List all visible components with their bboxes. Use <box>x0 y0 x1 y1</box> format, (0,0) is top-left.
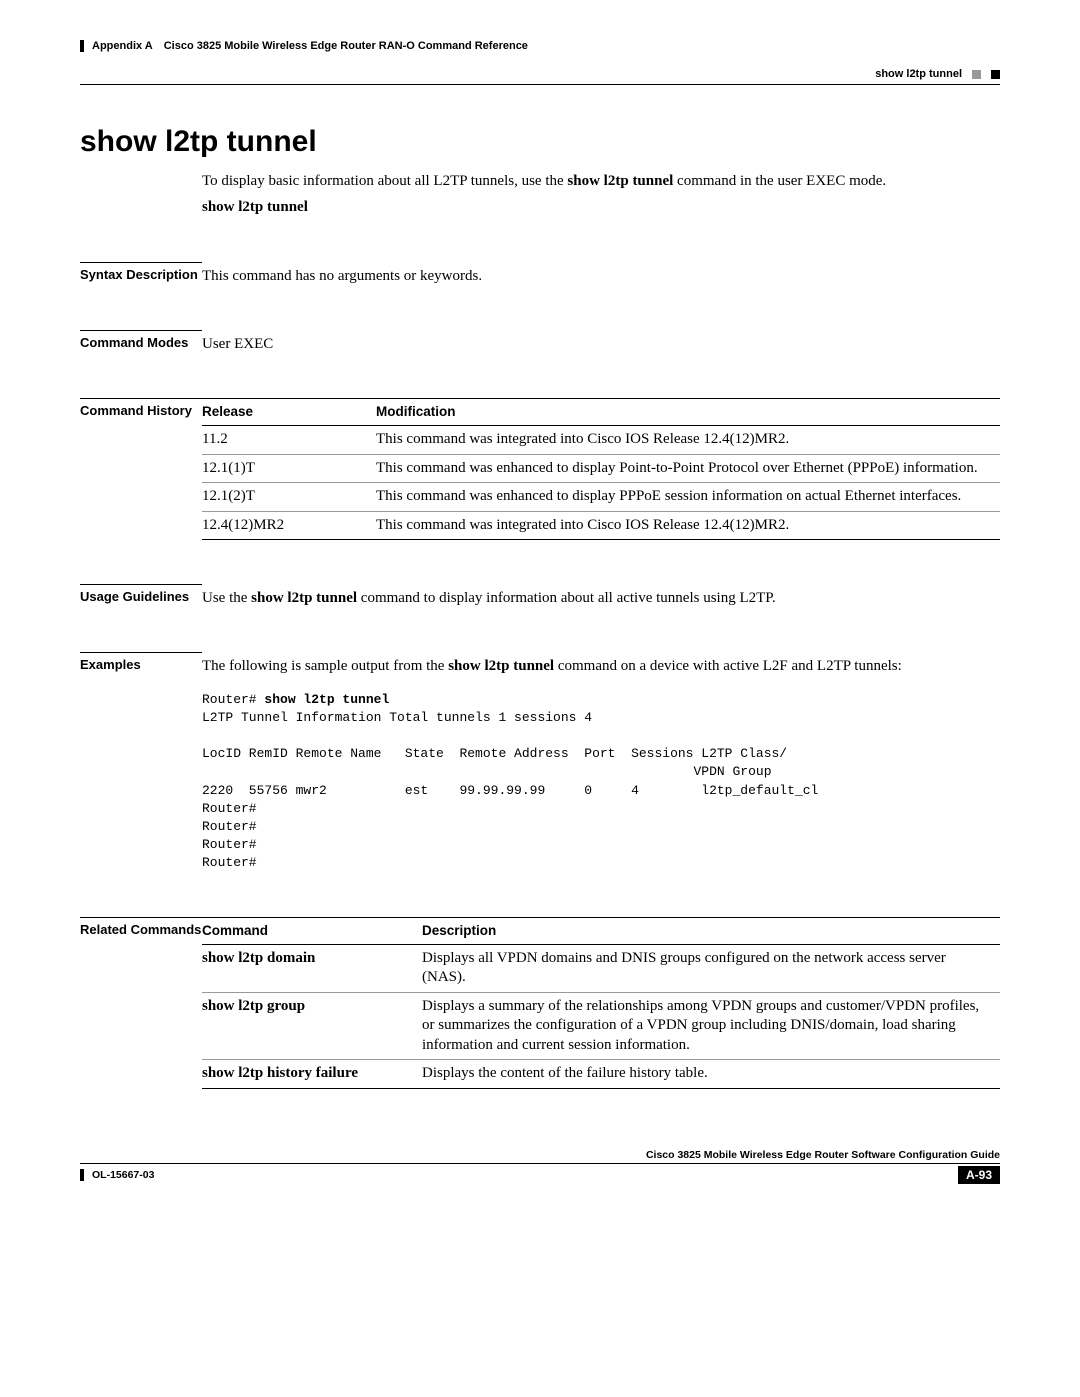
command-syntax: show l2tp tunnel <box>202 197 1000 217</box>
history-table: Release Modification 11.2 This command w… <box>202 399 1000 540</box>
col-command: Command <box>202 918 422 945</box>
section-label: Related Commands <box>80 917 202 937</box>
table-row: show l2tp group Displays a summary of th… <box>202 992 1000 1060</box>
page-title: show l2tp tunnel <box>80 125 1000 159</box>
divider <box>80 84 1000 85</box>
col-modification: Modification <box>376 399 1000 426</box>
footer-doc: OL-15667-03 <box>80 1169 154 1181</box>
page-number: A-93 <box>958 1166 1000 1184</box>
table-row: 12.1(2)T This command was enhanced to di… <box>202 483 1000 512</box>
page-header: Appendix A Cisco 3825 Mobile Wireless Ed… <box>80 40 1000 85</box>
col-release: Release <box>202 399 376 426</box>
intro-paragraph: To display basic information about all L… <box>202 171 1000 218</box>
section-body: Use the show l2tp tunnel command to disp… <box>202 584 1000 608</box>
section-body: User EXEC <box>202 330 1000 354</box>
cli-output: Router# show l2tp tunnel L2TP Tunnel Inf… <box>202 691 1000 873</box>
table-row: 12.4(12)MR2 This command was integrated … <box>202 511 1000 540</box>
page-footer: Cisco 3825 Mobile Wireless Edge Router S… <box>80 1149 1000 1184</box>
table-row: show l2tp history failure Displays the c… <box>202 1060 1000 1089</box>
col-description: Description <box>422 918 1000 945</box>
section-syntax: Syntax Description This command has no a… <box>80 262 1000 286</box>
header-appendix: Appendix A Cisco 3825 Mobile Wireless Ed… <box>80 40 528 52</box>
section-body: Release Modification 11.2 This command w… <box>202 398 1000 540</box>
section-label: Syntax Description <box>80 262 202 282</box>
table-row: 11.2 This command was integrated into Ci… <box>202 426 1000 455</box>
section-body: Command Description show l2tp domain Dis… <box>202 917 1000 1089</box>
section-modes: Command Modes User EXEC <box>80 330 1000 354</box>
footer-guide: Cisco 3825 Mobile Wireless Edge Router S… <box>80 1149 1000 1163</box>
section-related: Related Commands Command Description sho… <box>80 917 1000 1089</box>
header-section: show l2tp tunnel <box>875 68 1000 80</box>
table-row: show l2tp domain Displays all VPDN domai… <box>202 944 1000 992</box>
section-body: This command has no arguments or keyword… <box>202 262 1000 286</box>
table-row: 12.1(1)T This command was enhanced to di… <box>202 454 1000 483</box>
section-label: Command Modes <box>80 330 202 350</box>
section-usage: Usage Guidelines Use the show l2tp tunne… <box>80 584 1000 608</box>
section-label: Examples <box>80 652 202 672</box>
section-label: Usage Guidelines <box>80 584 202 604</box>
section-label: Command History <box>80 398 202 418</box>
square-icon <box>991 70 1000 79</box>
section-body: The following is sample output from the … <box>202 652 1000 872</box>
section-history: Command History Release Modification 11.… <box>80 398 1000 540</box>
section-examples: Examples The following is sample output … <box>80 652 1000 872</box>
related-table: Command Description show l2tp domain Dis… <box>202 918 1000 1089</box>
square-icon <box>972 70 981 79</box>
